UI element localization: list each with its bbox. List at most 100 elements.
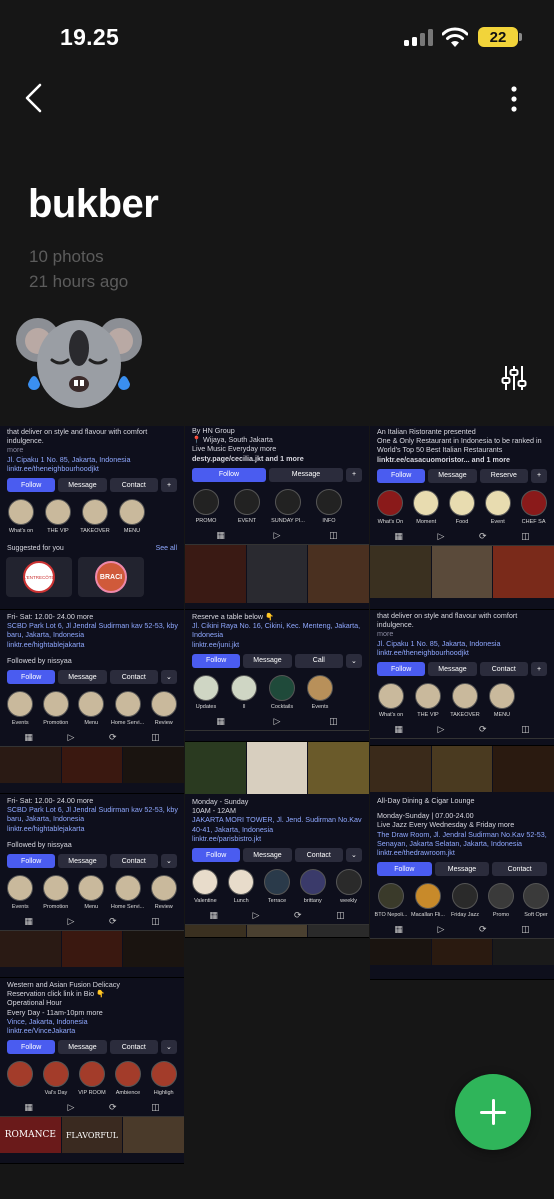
post-thumbnails [185,544,369,603]
photo-grid: that deliver on style and flavour with c… [0,426,554,1164]
profile-tabs: ▦ ▷ ⟳ ◫ [370,718,554,740]
photo-tile[interactable]: Monday - Sunday 10AM - 12AM JAKARTA MORI… [185,742,369,938]
post-thumbnails [370,545,554,598]
bio-line: Operational Hour [7,998,62,1008]
profile-tabs: ▦ ▷ ◫ [185,524,369,545]
suggested-cards: L'ENTRECÔTE BRACI [0,553,184,601]
profile-buttons: Follow Message Contact [370,862,554,877]
story-highlights: PROMO EVENT SUNDAY PI... INFO [185,488,369,524]
address-line: Senayan, Jakarta Selatan, Jakarta, Indon… [377,838,523,848]
profile-buttons: Follow Message + [185,467,369,482]
highlight-label: THE VIP [417,712,439,719]
story-highlights: Events Promotion Menu Home Servi... Revi… [0,691,184,726]
photo-tile[interactable]: Reserve a table below 👇 Jl. Cikini Raya … [185,610,369,742]
bio-line: Monday - Sunday [192,797,249,806]
post-thumbnails [370,746,554,792]
suggested-header: Suggested for you See all [0,544,184,553]
post-thumbnails [185,925,369,937]
photo-tile[interactable]: By HN Group 📍 Wijaya, South Jakarta Live… [185,426,369,610]
story-highlights: What's on THE VIP TAKEOVER MENU [370,683,554,718]
story-highlights: What's On Moment Food Event CHEF SA [370,489,554,525]
add-photo-button[interactable] [455,1074,531,1150]
highlight-label: Review [154,904,173,911]
bio-line: Every Day - 11am-10pm more [7,1007,103,1017]
highlight-label: Updates [195,703,217,710]
suggested-account-logo: L'ENTRECÔTE [23,561,55,594]
highlight-label: Food [455,518,469,525]
bio-line: All-Day Dining & Cigar Lounge [377,796,475,805]
profile-tabs: ▦ ▷ ⟳ ◫ [0,910,184,932]
highlight-label: Promo [492,912,510,919]
bio-line: Western and Asian Fusion Delicacy [7,980,120,989]
message-button: Message [58,670,107,685]
address-line: The Draw Room, Jl. Jendral Sudirman No.K… [377,829,547,839]
add-person-icon: + [530,468,547,483]
follow-button: Follow [192,848,241,863]
highlight-label: weekly [340,898,357,905]
back-chevron-icon[interactable] [22,82,46,114]
photo-tile[interactable]: An Italian Ristorante presented One & On… [370,426,554,610]
bio-line: Monday-Sunday | 07.00-24.00 [377,811,474,821]
chevron-down-icon: ⌄ [345,653,362,668]
contact-button: Contact [294,848,343,863]
bio-line: that deliver on style and flavour with c… [7,427,148,436]
highlight-label: PROMO [195,517,217,524]
bio-link: linktr.ee/thedrawroom.jkt [377,848,455,858]
profile-tabs: ▦ ▷ ◫ [185,710,369,731]
photo-tile[interactable]: Fri- Sat: 12.00- 24.00 more SCBD Park Lo… [0,610,184,794]
highlight-label: II [242,703,246,710]
profile-tabs: ▦ ▷ ⟳ ◫ [370,525,554,546]
message-button: Message [243,848,292,863]
status-time: 19.25 [60,24,120,50]
add-person-icon: + [160,478,177,493]
post-thumbnails [185,742,369,794]
address-line: SCBD Park Lot 6, Jl Jendral Sudirman kav… [7,805,178,815]
highlight-label: Events [11,904,29,911]
highlight-label: MENU [493,712,511,719]
profile-buttons: Follow Message Contact ⌄ [0,670,184,685]
photo-tile[interactable]: that deliver on style and flavour with c… [370,610,554,746]
highlight-label: Val's Day [44,1090,68,1097]
chevron-down-icon: ⌄ [160,1040,177,1055]
bio-link: linktr.ee/VinceJakarta [7,1026,76,1036]
more-options-icon[interactable] [504,84,524,114]
bio-line: indulgence. [7,436,44,446]
follow-button: Follow [7,478,56,493]
bio-line: that deliver on style and flavour with c… [377,611,518,620]
bio-line: 📍 Wijaya, South Jakarta [192,435,273,445]
highlight-label: Home Servi... [110,720,145,727]
adjust-sliders-icon[interactable] [500,364,528,392]
address-line: baru, Jakarta, Indonesia [7,814,85,824]
follow-button: Follow [377,862,432,877]
story-highlights: BTO Nepoli... Macallan Fli... Friday Jaz… [370,883,554,918]
highlight-label: Macallan Fli... [411,912,445,919]
post-thumbnails [370,939,554,966]
add-person-icon: + [346,467,362,482]
bio-link: linktr.ee/juni.jkt [192,639,240,649]
photo-tile[interactable]: All-Day Dining & Cigar Lounge Monday-Sun… [370,746,554,980]
grid-column-1: that deliver on style and flavour with c… [0,426,184,1164]
koala-memoji-avatar [16,318,142,408]
photo-tile[interactable]: that deliver on style and flavour with c… [0,426,184,610]
highlight-label: BTO Nepoli... [374,912,408,919]
profile-buttons: Follow Message Contact ⌄ [185,848,369,863]
story-highlights: Events Promotion Menu Home Servi... Revi… [0,875,184,910]
highlight-label: Friday Jazz [450,912,480,919]
bio-link: linktr.ee/hightablejakarta [7,823,85,833]
address-line: 40-41, Jakarta, Indonesia [192,824,274,834]
contact-button: Contact [492,862,548,877]
highlight-label: What's On [377,518,404,525]
message-button: Message [434,862,490,877]
photo-tile[interactable]: Western and Asian Fusion Delicacy Reserv… [0,978,184,1164]
bio-line: An Italian Ristorante presented [377,427,476,436]
status-bar: 19.25 22 [0,0,554,72]
more-link: more [377,629,394,639]
chevron-down-icon: ⌄ [160,854,177,869]
wifi-icon [442,27,468,47]
suggested-account-logo: BRACI [95,561,127,594]
profile-buttons: Follow Message Contact + [0,478,184,493]
story-highlights: What's on THE VIP TAKEOVER MENU [0,499,184,534]
message-button: Message [58,854,107,869]
photo-tile[interactable]: Fri- Sat: 12.00- 24.00 more SCBD Park Lo… [0,794,184,978]
highlight-label: Ambience [115,1090,141,1097]
